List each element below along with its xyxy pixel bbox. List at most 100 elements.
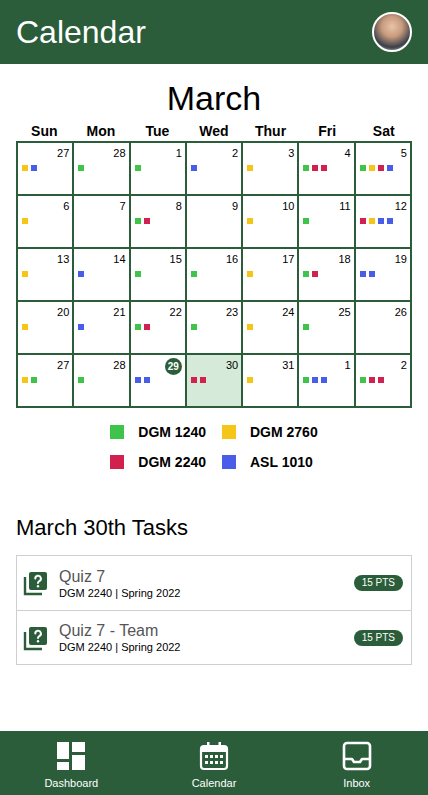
event-dots: [74, 165, 128, 171]
event-dots: [18, 271, 72, 277]
calendar-day[interactable]: 25: [299, 302, 355, 355]
calendar-day[interactable]: 1: [131, 143, 187, 196]
weekday-label: Mon: [73, 121, 130, 141]
event-dot: [321, 165, 327, 171]
calendar-day[interactable]: 27: [18, 355, 74, 408]
legend-swatch: [222, 425, 236, 439]
day-number: 3: [288, 146, 294, 164]
calendar-day[interactable]: 3: [243, 143, 299, 196]
calendar-day[interactable]: 29: [131, 355, 187, 408]
content: March SunMonTueWedThurFriSat 27281234567…: [0, 64, 428, 731]
app: Calendar March SunMonTueWedThurFriSat 27…: [0, 0, 428, 795]
event-dot: [247, 271, 253, 277]
day-number: 20: [57, 305, 69, 323]
calendar-day[interactable]: 5: [356, 143, 412, 196]
event-dot: [135, 271, 141, 277]
calendar-day[interactable]: 24: [243, 302, 299, 355]
calendar-day[interactable]: 7: [74, 196, 130, 249]
event-dots: [243, 271, 297, 277]
event-dot: [303, 218, 309, 224]
weekday-label: Fri: [299, 121, 356, 141]
event-dot: [369, 377, 375, 383]
event-dot: [360, 165, 366, 171]
avatar[interactable]: [372, 12, 412, 52]
event-dot: [78, 324, 84, 330]
calendar-day[interactable]: 17: [243, 249, 299, 302]
nav-label: Inbox: [343, 777, 370, 790]
calendar-day[interactable]: 10: [243, 196, 299, 249]
calendar-day[interactable]: 31: [243, 355, 299, 408]
calendar-day[interactable]: 20: [18, 302, 74, 355]
legend-swatch: [110, 425, 124, 439]
calendar-day[interactable]: 16: [187, 249, 243, 302]
quiz-icon: [23, 570, 49, 596]
event-dot: [360, 377, 366, 383]
event-dots: [356, 271, 410, 277]
event-dot: [247, 165, 253, 171]
points-badge: 15 PTS: [354, 630, 403, 646]
calendar-day[interactable]: 8: [131, 196, 187, 249]
event-dot: [321, 377, 327, 383]
legend-label: DGM 2760: [250, 422, 318, 443]
legend-label: DGM 2240: [138, 452, 206, 473]
calendar-day[interactable]: 2: [187, 143, 243, 196]
calendar-day[interactable]: 28: [74, 355, 130, 408]
calendar-day[interactable]: 26: [356, 302, 412, 355]
weekday-label: Wed: [186, 121, 243, 141]
task-row[interactable]: Quiz 7 - TeamDGM 2240 | Spring 202215 PT…: [17, 610, 411, 664]
event-dot: [144, 324, 150, 330]
legend-swatch: [110, 455, 124, 469]
calendar-day[interactable]: 11: [299, 196, 355, 249]
day-number: 26: [395, 305, 407, 323]
calendar-day[interactable]: 30: [187, 355, 243, 408]
day-number: 30: [226, 358, 238, 376]
event-dot: [135, 165, 141, 171]
day-number: 28: [113, 146, 125, 164]
calendar-day[interactable]: 21: [74, 302, 130, 355]
task-row[interactable]: Quiz 7DGM 2240 | Spring 202215 PTS: [17, 556, 411, 610]
nav-item[interactable]: Calendar: [143, 731, 286, 795]
calendar-day[interactable]: 28: [74, 143, 130, 196]
event-dots: [131, 271, 185, 277]
calendar-day[interactable]: 2: [356, 355, 412, 408]
event-dots: [243, 165, 297, 171]
event-dots: [299, 324, 353, 330]
calendar-day[interactable]: 18: [299, 249, 355, 302]
calendar-day[interactable]: 15: [131, 249, 187, 302]
nav-item[interactable]: Dashboard: [0, 731, 143, 795]
event-dot: [144, 218, 150, 224]
calendar-day[interactable]: 22: [131, 302, 187, 355]
day-number: 8: [176, 199, 182, 217]
calendar-day[interactable]: 14: [74, 249, 130, 302]
nav-item[interactable]: Inbox: [285, 731, 428, 795]
calendar-day[interactable]: 1: [299, 355, 355, 408]
calendar-day[interactable]: 27: [18, 143, 74, 196]
event-dot: [360, 271, 366, 277]
event-dots: [131, 377, 185, 383]
event-dots: [18, 377, 72, 383]
tasks-heading: March 30th Tasks: [0, 514, 428, 542]
event-dot: [31, 165, 37, 171]
day-number: 27: [57, 358, 69, 376]
calendar-day[interactable]: 12: [356, 196, 412, 249]
calendar-day[interactable]: 4: [299, 143, 355, 196]
calendar-day[interactable]: 19: [356, 249, 412, 302]
task-list: Quiz 7DGM 2240 | Spring 202215 PTSQuiz 7…: [16, 555, 412, 665]
event-dot: [135, 218, 141, 224]
calendar-day[interactable]: 23: [187, 302, 243, 355]
app-header: Calendar: [0, 0, 428, 64]
event-dot: [387, 218, 393, 224]
calendar-day[interactable]: 13: [18, 249, 74, 302]
day-number: 16: [226, 252, 238, 270]
event-dots: [243, 377, 297, 383]
event-dots: [18, 165, 72, 171]
event-dot: [369, 165, 375, 171]
calendar-day[interactable]: 6: [18, 196, 74, 249]
calendar-day[interactable]: 9: [187, 196, 243, 249]
day-number: 2: [232, 146, 238, 164]
calendar-icon: [199, 741, 229, 771]
event-dot: [247, 377, 253, 383]
event-dots: [131, 218, 185, 224]
day-number: 17: [282, 252, 294, 270]
event-dot: [191, 377, 197, 383]
